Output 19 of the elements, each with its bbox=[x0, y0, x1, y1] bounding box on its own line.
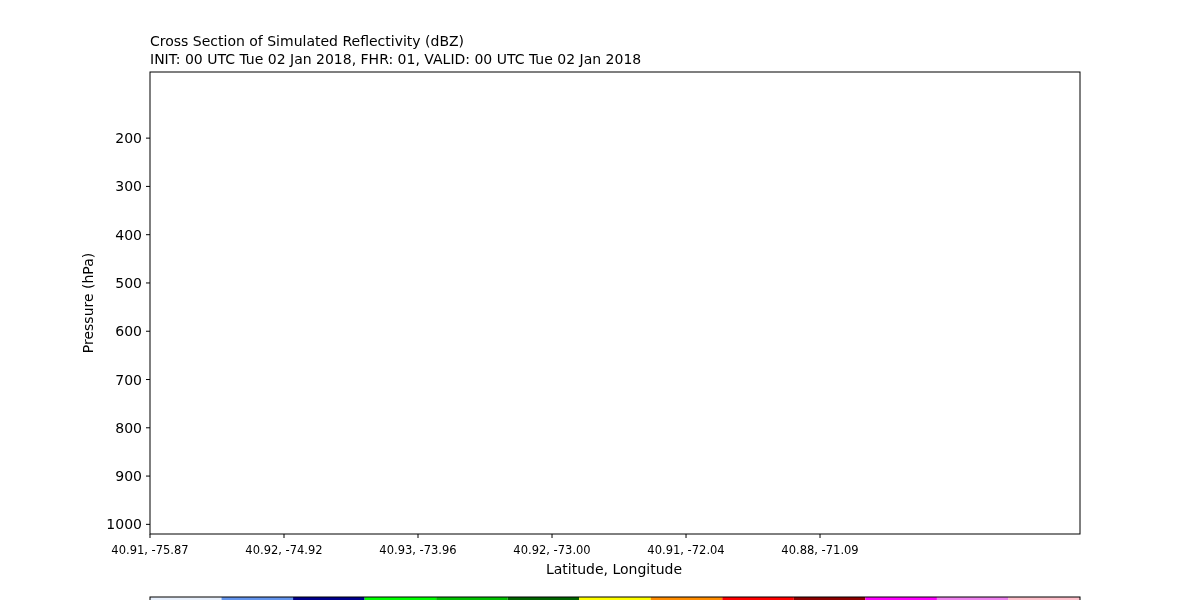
y-tick-label: 1000 bbox=[106, 516, 142, 533]
x-tick-label: 40.91, -72.04 bbox=[647, 543, 725, 557]
y-tick-label: 300 bbox=[115, 178, 142, 195]
x-tick-label: 40.93, -73.96 bbox=[379, 543, 457, 557]
y-tick-label: 900 bbox=[115, 468, 142, 485]
x-axis-label: Latitude, Longitude bbox=[545, 561, 683, 577]
y-axis-label: Pressure (hPa) bbox=[80, 252, 96, 354]
x-tick-label: 40.91, -75.87 bbox=[111, 543, 189, 557]
y-tick-label: 800 bbox=[115, 419, 142, 436]
x-tick-label: 40.92, -73.00 bbox=[513, 543, 591, 557]
x-tick-label: 40.88, -71.09 bbox=[781, 543, 859, 557]
y-tick-label: 500 bbox=[115, 274, 142, 291]
chart-subtitle: INIT: 00 UTC Tue 02 Jan 2018, FHR: 01, VALID: 00 UTC Tue 02 Jan 2018 bbox=[150, 51, 642, 67]
y-tick-label: 700 bbox=[115, 371, 142, 388]
y-tick-label: 200 bbox=[115, 130, 142, 147]
y-tick-label: 400 bbox=[115, 226, 142, 243]
y-tick-label: 600 bbox=[115, 323, 142, 340]
x-tick-label: 40.92, -74.92 bbox=[245, 543, 323, 557]
chart-title: Cross Section of Simulated Reflectivity (dBZ) bbox=[150, 33, 465, 49]
